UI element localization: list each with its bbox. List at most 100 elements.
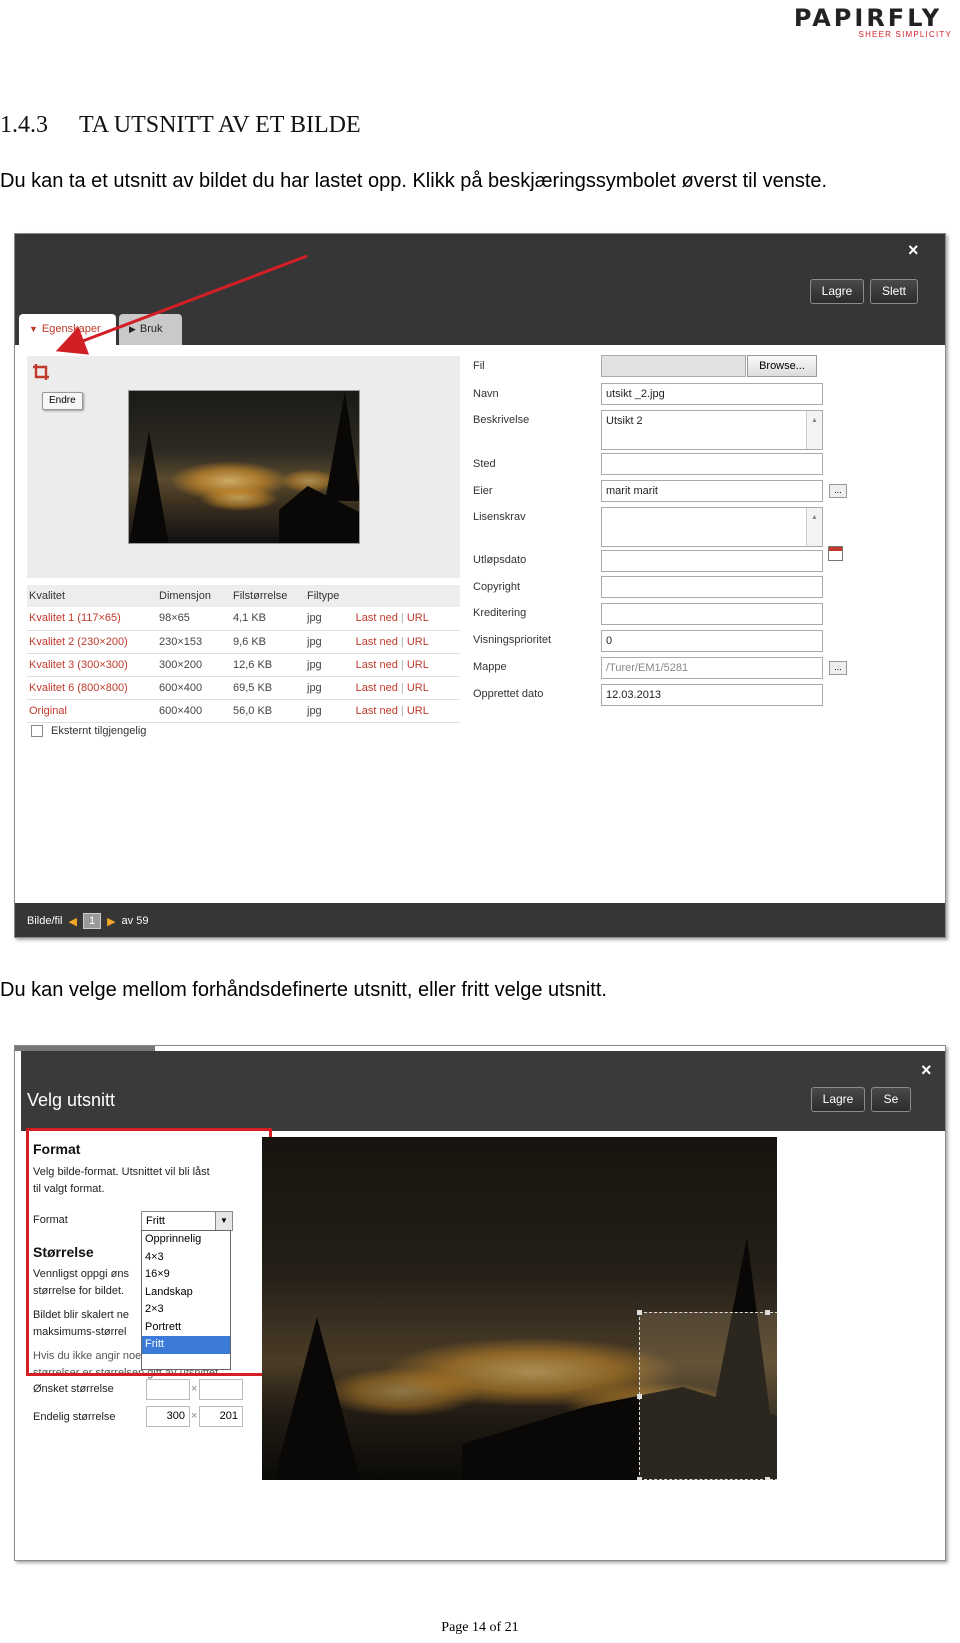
instruction-paragraph-1: Du kan ta et utsnitt av bildet du har la…	[0, 170, 828, 192]
expiry-label: Utløpsdato	[473, 554, 527, 566]
tab-label: Bruk	[139, 323, 163, 335]
place-label: Sted	[473, 458, 496, 470]
filetype-cell: jpg	[305, 676, 354, 700]
owner-label: Eier	[473, 485, 493, 497]
resize-handle[interactable]	[765, 1310, 770, 1315]
save-button[interactable]: Lagre	[810, 279, 864, 304]
download-link[interactable]: Last ned	[356, 659, 398, 671]
table-row: Kvalitet 2 (230×200) 230×153 9,6 KB jpg …	[27, 630, 460, 654]
copyright-label: Copyright	[473, 581, 521, 593]
tab-bruk[interactable]: ▶ Bruk	[119, 314, 182, 345]
tab-label: Egenskaper	[41, 323, 101, 335]
description-value: Utsikt 2	[606, 415, 643, 427]
instruction-paragraph-2: Du kan velge mellom forhåndsdefinerte ut…	[0, 979, 607, 1001]
folder-input[interactable]: /Turer/EM1/5281	[601, 657, 823, 679]
filetype-cell: jpg	[305, 630, 354, 654]
image-preview-panel: Endre	[27, 356, 460, 578]
image-properties-screenshot: × Lagre Slett ▼ Egenskaper ▶ Bruk Endre Kv…	[14, 233, 946, 938]
place-input[interactable]	[601, 453, 823, 475]
quality-name: Kvalitet 3 (300×300)	[27, 653, 157, 677]
pager: Bilde/fil ◀ 1 ▶ av 59	[27, 913, 148, 929]
dimension-cell: 600×400	[157, 699, 231, 723]
url-link[interactable]: URL	[407, 612, 429, 624]
folder-label: Mappe	[473, 661, 507, 673]
filesize-cell: 9,6 KB	[231, 630, 305, 654]
dimension-cell: 300×200	[157, 653, 231, 677]
filesize-cell: 4,1 KB	[231, 607, 305, 631]
textarea-scrollbar[interactable]: ▲▼	[806, 508, 822, 561]
dimension-cell: 600×400	[157, 676, 231, 700]
table-row: Original 600×400 56,0 KB jpg Last ned | …	[27, 699, 460, 723]
filetype-cell: jpg	[305, 699, 354, 723]
table-row: Kvalitet 3 (300×300) 300×200 12,6 KB jpg…	[27, 653, 460, 677]
prev-arrow-icon[interactable]: ◀	[68, 915, 76, 928]
textarea-scrollbar[interactable]: ▲▼	[806, 411, 822, 464]
download-link[interactable]: Last ned	[356, 705, 398, 717]
resize-handle[interactable]	[637, 1310, 642, 1315]
folder-picker-button[interactable]: ...	[829, 661, 847, 675]
created-input[interactable]: 12.03.2013	[601, 684, 823, 706]
filesize-cell: 69,5 KB	[231, 676, 305, 700]
dimension-cell: 98×65	[157, 607, 231, 631]
pager-current[interactable]: 1	[82, 913, 102, 929]
download-link[interactable]: Last ned	[356, 682, 398, 694]
page-number: Page 14 of 21	[441, 1620, 519, 1635]
table-row: Kvalitet 1 (117×65) 98×65 4,1 KB jpg Las…	[27, 607, 460, 631]
table-header-row: Kvalitet Dimensjon Filstørrelse Filtype	[27, 585, 460, 607]
external-checkbox[interactable]	[31, 725, 43, 737]
next-arrow-icon[interactable]: ▶	[107, 915, 115, 928]
file-path-input[interactable]	[601, 355, 746, 377]
credit-input[interactable]	[601, 603, 823, 625]
crop-dialog-screenshot: Velg utsnitt × Lagre Se Format Velg bild…	[14, 1045, 946, 1561]
credit-label: Kreditering	[473, 607, 527, 619]
save-button[interactable]: Lagre	[811, 1087, 865, 1112]
crop-image	[262, 1137, 777, 1480]
secondary-button[interactable]: Se	[871, 1087, 911, 1112]
crop-icon[interactable]	[31, 362, 51, 382]
priority-input[interactable]: 0	[601, 630, 823, 652]
license-label: Lisenskrav	[473, 511, 526, 523]
url-link[interactable]: URL	[407, 636, 429, 648]
wanted-width-input[interactable]	[146, 1379, 190, 1400]
final-size-label: Endelig størrelse	[33, 1411, 116, 1423]
resize-handle[interactable]	[637, 1477, 642, 1480]
url-link[interactable]: URL	[407, 705, 429, 717]
license-textarea[interactable]: ▲▼	[601, 507, 823, 561]
browse-button[interactable]: Browse...	[747, 355, 817, 377]
pager-label: Bilde/fil	[27, 915, 63, 927]
column-header: Filtype	[305, 585, 354, 607]
url-link[interactable]: URL	[407, 682, 429, 694]
column-header: Kvalitet	[27, 585, 157, 607]
owner-picker-button[interactable]: ...	[829, 484, 847, 498]
filesize-cell: 12,6 KB	[231, 653, 305, 677]
name-input[interactable]: utsikt _2.jpg	[601, 383, 823, 405]
quality-table: Kvalitet Dimensjon Filstørrelse Filtype …	[27, 585, 460, 723]
column-header: Dimensjon	[157, 585, 231, 607]
triangle-right-icon: ▶	[129, 324, 136, 334]
edit-tooltip: Endre	[42, 392, 83, 410]
owner-input[interactable]: marit marit	[601, 480, 823, 502]
resize-handle[interactable]	[765, 1477, 770, 1480]
resize-handle[interactable]	[637, 1394, 642, 1399]
pager-total: av 59	[121, 915, 149, 927]
quality-name: Kvalitet 6 (800×800)	[27, 676, 157, 700]
times-symbol: ×	[191, 1410, 198, 1422]
dimension-cell: 230×153	[157, 630, 231, 654]
calendar-icon[interactable]	[828, 546, 843, 561]
expiry-input[interactable]	[601, 550, 823, 572]
tab-egenskaper[interactable]: ▼ Egenskaper	[19, 314, 116, 345]
close-icon[interactable]: ×	[908, 240, 919, 261]
close-icon[interactable]: ×	[921, 1060, 932, 1081]
delete-button[interactable]: Slett	[870, 279, 918, 304]
final-width-value: 300	[146, 1406, 190, 1427]
external-available-option: Eksternt tilgjengelig	[31, 725, 146, 737]
url-link[interactable]: URL	[407, 659, 429, 671]
section-heading: 1.4.3 TA UTSNITT AV ET BILDE	[0, 112, 361, 139]
download-link[interactable]: Last ned	[356, 636, 398, 648]
format-highlight-box	[26, 1128, 272, 1376]
download-link[interactable]: Last ned	[356, 612, 398, 624]
copyright-input[interactable]	[601, 576, 823, 598]
wanted-height-input[interactable]	[199, 1379, 243, 1400]
description-textarea[interactable]: Utsikt 2 ▲▼	[601, 410, 823, 464]
crop-selection-area[interactable]	[637, 1310, 777, 1480]
